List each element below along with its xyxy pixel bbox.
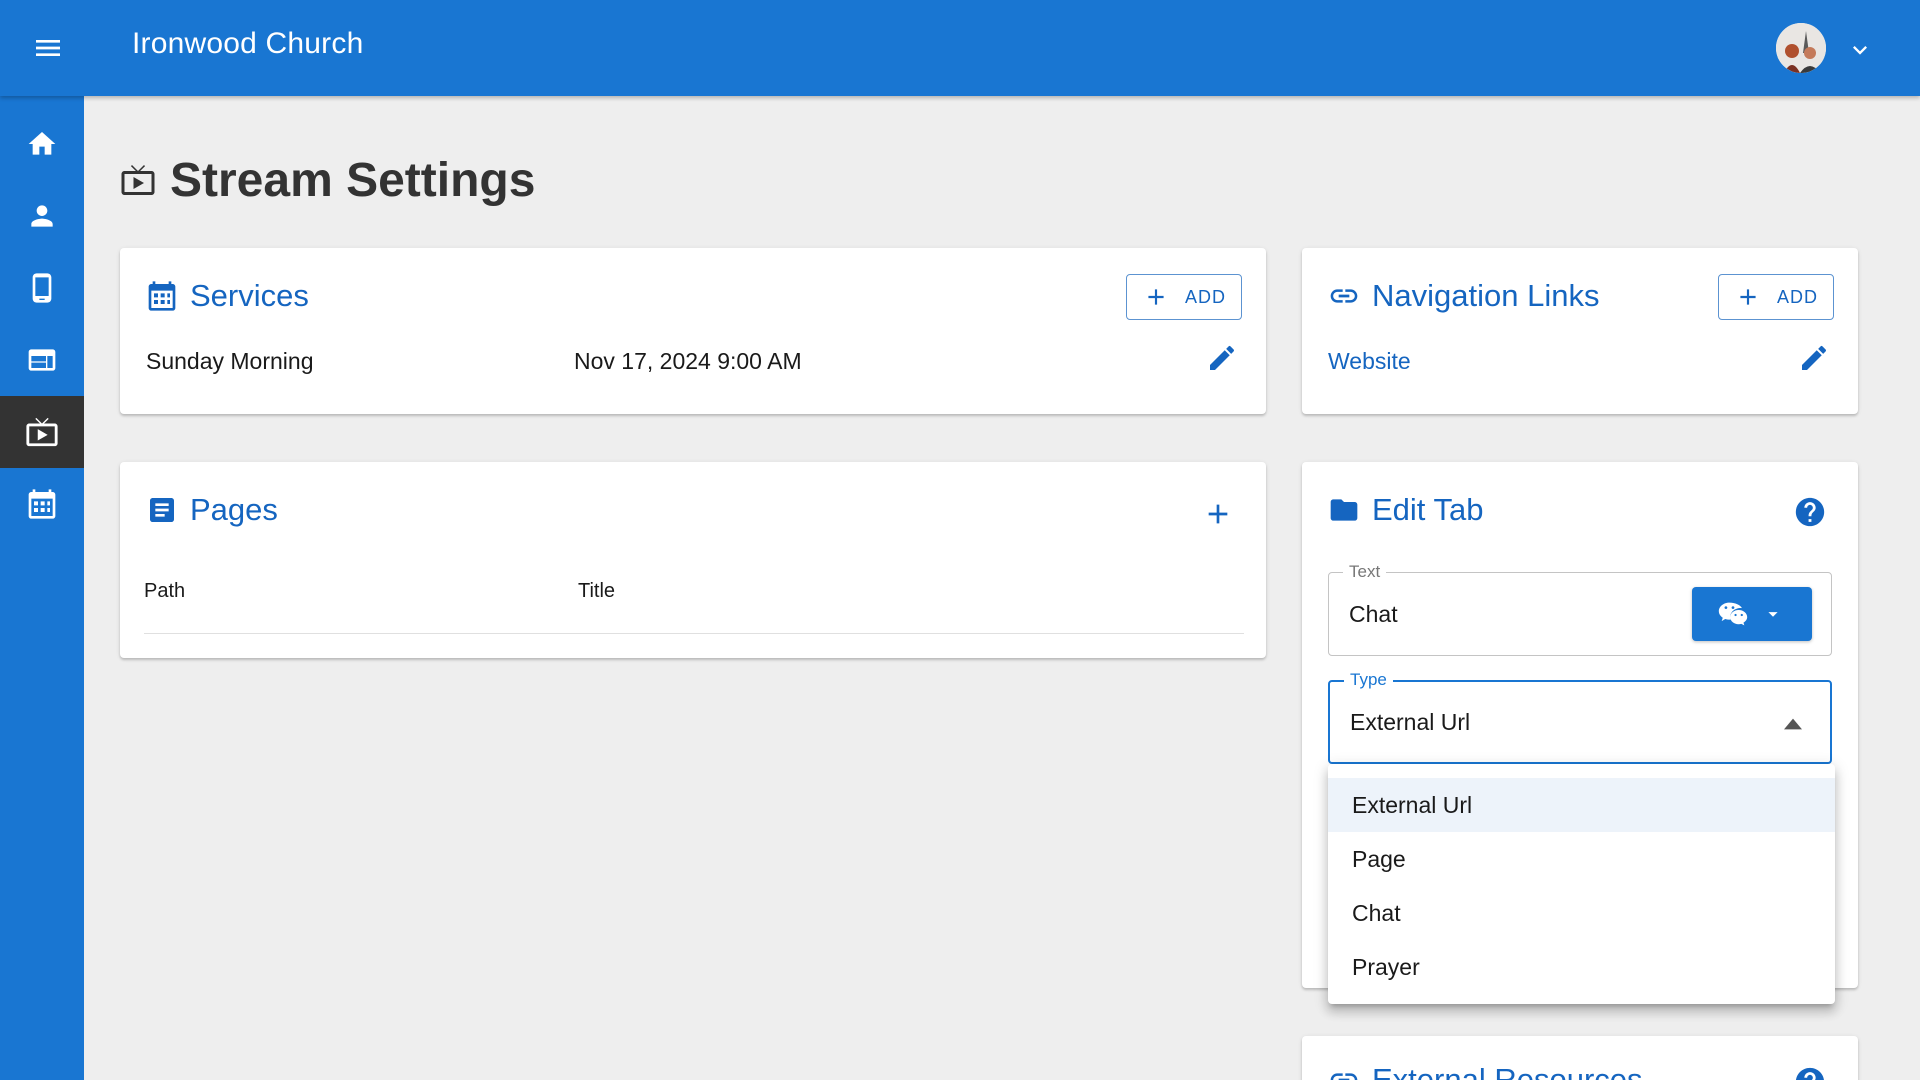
sidebar-item-calendar[interactable] bbox=[0, 468, 84, 540]
type-select[interactable]: Type External Url bbox=[1328, 670, 1832, 764]
type-option-prayer[interactable]: Prayer bbox=[1328, 940, 1835, 994]
table-divider bbox=[144, 633, 1244, 634]
edit-tab-header: Edit Tab bbox=[1328, 492, 1483, 528]
type-option-external-url[interactable]: External Url bbox=[1328, 778, 1835, 832]
services-title: Services bbox=[190, 278, 309, 313]
add-label: ADD bbox=[1185, 286, 1227, 307]
service-name: Sunday Morning bbox=[146, 348, 314, 374]
live-tv-icon bbox=[121, 165, 155, 195]
chevron-down-icon[interactable] bbox=[1846, 36, 1874, 64]
pencil-icon bbox=[1802, 345, 1827, 370]
plus-icon bbox=[1740, 289, 1756, 305]
text-field-value: Chat bbox=[1349, 601, 1398, 627]
add-page-button[interactable] bbox=[1196, 492, 1240, 536]
help-button[interactable] bbox=[1788, 1060, 1832, 1080]
page-title: Stream Settings bbox=[170, 153, 536, 207]
pages-header: Pages bbox=[146, 492, 278, 528]
link-icon bbox=[1330, 1073, 1358, 1080]
edit-link-button[interactable] bbox=[1792, 336, 1836, 380]
menu-button[interactable] bbox=[24, 24, 72, 72]
top-app-bar: Ironwood Church bbox=[0, 0, 1920, 96]
pages-card: Pages Path Title bbox=[120, 462, 1266, 658]
services-header: Services bbox=[146, 278, 309, 314]
services-card: Services ADD Sunday Morning Nov 17, 2024… bbox=[120, 248, 1266, 414]
navigation-links-title: Navigation Links bbox=[1372, 278, 1600, 313]
add-link-button[interactable]: ADD bbox=[1718, 274, 1834, 320]
icon-picker-button[interactable] bbox=[1692, 587, 1812, 641]
caret-down-icon bbox=[1768, 612, 1778, 617]
caret-up-icon[interactable] bbox=[1784, 718, 1802, 730]
person-icon bbox=[31, 205, 53, 227]
navigation-links-header: Navigation Links bbox=[1328, 278, 1599, 314]
navigation-links-card: Navigation Links ADD Website bbox=[1302, 248, 1858, 414]
plus-icon bbox=[1148, 289, 1164, 305]
chat-icon bbox=[1718, 602, 1748, 626]
side-navigation bbox=[0, 96, 84, 1080]
live-tv-icon bbox=[26, 417, 58, 447]
calendar-icon bbox=[148, 281, 176, 311]
external-resources-header: External Resources bbox=[1328, 1062, 1643, 1080]
calendar-icon bbox=[28, 489, 56, 519]
column-header-path: Path bbox=[144, 580, 186, 602]
edit-tab-title: Edit Tab bbox=[1372, 492, 1484, 527]
sidebar-item-home[interactable] bbox=[0, 108, 84, 180]
sidebar-item-people[interactable] bbox=[0, 180, 84, 252]
help-button[interactable] bbox=[1788, 490, 1832, 534]
type-select-label: Type bbox=[1344, 670, 1393, 690]
user-avatar[interactable] bbox=[1776, 23, 1826, 73]
web-icon bbox=[28, 349, 56, 371]
add-service-button[interactable]: ADD bbox=[1126, 274, 1242, 320]
type-options-menu: External Url Page Chat Prayer bbox=[1328, 764, 1835, 1004]
plus-icon bbox=[1208, 504, 1228, 524]
external-resources-title: External Resources bbox=[1372, 1062, 1643, 1080]
pencil-icon bbox=[1210, 345, 1235, 370]
service-time: Nov 17, 2024 9:00 AM bbox=[574, 348, 802, 374]
sidebar-item-stream[interactable] bbox=[0, 396, 84, 468]
article-icon bbox=[150, 498, 174, 522]
home-icon bbox=[28, 132, 56, 155]
hamburger-menu-icon bbox=[36, 40, 60, 56]
sidebar-item-website[interactable] bbox=[0, 324, 84, 396]
add-label: ADD bbox=[1777, 286, 1819, 307]
folder-icon bbox=[1330, 499, 1358, 521]
pages-title: Pages bbox=[190, 492, 278, 527]
text-field[interactable]: Text Chat bbox=[1328, 562, 1832, 656]
help-icon bbox=[1795, 497, 1825, 527]
link-icon bbox=[1330, 289, 1358, 303]
external-resources-card: External Resources bbox=[1302, 1036, 1858, 1080]
edit-service-button[interactable] bbox=[1200, 336, 1244, 380]
navigation-link-website[interactable]: Website bbox=[1328, 348, 1411, 375]
phone-icon bbox=[32, 273, 52, 303]
app-title: Ironwood Church bbox=[132, 27, 364, 60]
type-option-chat[interactable]: Chat bbox=[1328, 886, 1835, 940]
type-option-page[interactable]: Page bbox=[1328, 832, 1835, 886]
page-heading: Stream Settings bbox=[120, 148, 535, 212]
type-select-value: External Url bbox=[1350, 709, 1471, 735]
text-field-label: Text bbox=[1343, 562, 1387, 582]
help-icon bbox=[1796, 1067, 1824, 1080]
sidebar-item-mobile[interactable] bbox=[0, 252, 84, 324]
column-header-title: Title bbox=[578, 580, 616, 602]
